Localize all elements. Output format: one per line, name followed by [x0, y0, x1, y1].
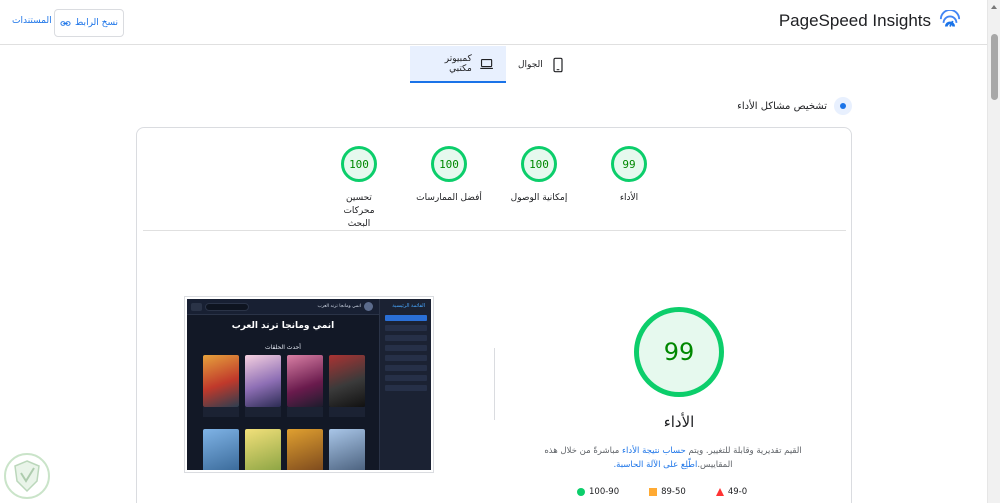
legend-average: 89-50 [649, 487, 686, 497]
copy-link-button[interactable]: نسخ الرابط [54, 9, 124, 37]
phone-icon [553, 57, 563, 72]
tab-mobile-label: الجوال [518, 59, 543, 70]
docs-link[interactable]: المستندات [12, 16, 52, 26]
screenshot-site-title: انمي ومانجا ترند العرب [317, 304, 362, 309]
brand-title: PageSpeed Insights [778, 11, 931, 30]
score-gauge: 100 [341, 146, 377, 182]
watermark-shield-icon [4, 453, 50, 499]
performance-gauge: 99 [634, 307, 724, 397]
performance-title: الأداء [663, 413, 695, 431]
top-bar: PageSpeed Insights نسخ الرابط المستندات [0, 0, 987, 45]
tab-desktop-label: كمبيوتر مكتبي [444, 53, 472, 74]
legend-fail: 100-90 [577, 487, 619, 497]
score-label: إمكانية الوصول [510, 193, 568, 203]
score-gauge: 99 [611, 146, 647, 182]
link-icon [60, 20, 71, 26]
performance-description: القيم تقديرية وقابلة للتغيير. ويتم حساب … [535, 444, 811, 472]
score-best-practices[interactable]: 100 أفضل الممارسات [404, 146, 494, 205]
score-label: تحسين محركات البحث [343, 193, 375, 229]
score-label: الأداء [619, 193, 639, 203]
calculator-link[interactable]: اطّلِع على الآلة الحاسبة. [613, 460, 697, 470]
diagnose-icon [834, 97, 852, 115]
legend-label: 49-0 [727, 487, 748, 497]
laptop-icon [480, 58, 493, 69]
tab-mobile[interactable]: الجوال [506, 46, 578, 83]
average-square-icon [649, 488, 658, 496]
score-performance[interactable]: 99 الأداء [584, 146, 674, 205]
score-gauge: 100 [521, 146, 557, 182]
screenshot-hero-title: انمي ومانجا ترند العرب [231, 321, 335, 331]
scrollbar[interactable] [987, 0, 1000, 503]
copy-link-label: نسخ الرابط [75, 18, 118, 28]
scroll-up-icon[interactable] [991, 5, 997, 9]
screenshot-section-title: أحدث الحلقات [265, 344, 301, 351]
device-tabs: الجوال كمبيوتر مكتبي [410, 46, 578, 83]
divider [143, 230, 846, 231]
fail-triangle-icon [715, 488, 724, 496]
screenshot-sidebar-title: القائمة الرئيسية [392, 303, 425, 309]
legend-label: 100-90 [589, 487, 620, 497]
score-gauge: 100 [431, 146, 467, 182]
legend-pass: 49-0 [715, 487, 748, 497]
legend-label: 89-50 [661, 487, 686, 497]
scroll-thumb[interactable] [991, 34, 998, 100]
report-card: 99 الأداء 100 إمكانية الوصول 100 أفضل ال… [136, 127, 852, 503]
pass-circle-icon [577, 488, 585, 496]
tab-desktop[interactable]: كمبيوتر مكتبي [410, 46, 506, 83]
score-seo[interactable]: 100 تحسين محركات البحث [314, 146, 404, 231]
diagnose-label: تشخيص مشاكل الأداء [737, 100, 827, 112]
brand[interactable]: PageSpeed Insights [779, 10, 961, 32]
score-legend: 100-90 89-50 49-0 [577, 487, 747, 497]
diagnose-header: تشخيص مشاكل الأداء [737, 97, 852, 115]
score-summary: 99 الأداء 100 إمكانية الوصول 100 أفضل ال… [137, 146, 851, 236]
vertical-divider [494, 348, 495, 420]
perf-score-link[interactable]: حساب نتيجة الأداء [622, 446, 686, 456]
score-accessibility[interactable]: 100 إمكانية الوصول [494, 146, 584, 205]
score-label: أفضل الممارسات [416, 193, 482, 203]
pagespeed-logo-icon [939, 10, 961, 27]
page-screenshot: انمي ومانجا ترند العرب القائمة الرئيسية … [184, 296, 434, 473]
perf-desc-text-1: القيم تقديرية وقابلة للتغيير. ويتم [685, 446, 802, 456]
